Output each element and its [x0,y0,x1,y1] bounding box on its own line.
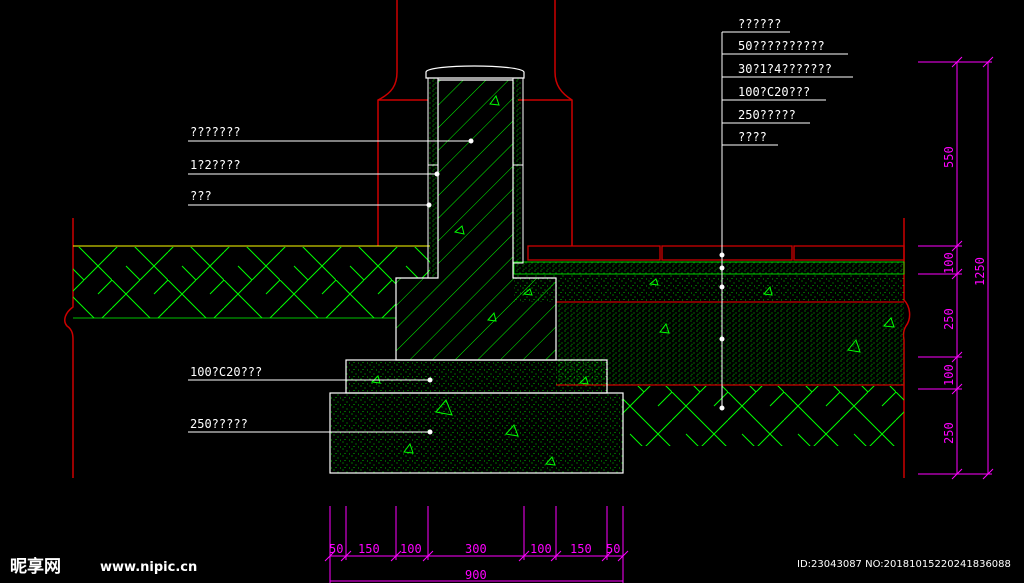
dim-h-300: 300 [465,542,487,556]
mortar-bed [513,261,905,275]
right-gravel-layer [556,303,904,385]
right-soil-hatch [623,386,904,446]
watermark-id: ID:23043087 NO:20181015220241836088 [797,559,1011,570]
label-post-finish: ??????? [190,125,241,139]
label-right-concrete: 100?C20??? [738,85,810,99]
dim-v-250-bottom: 250 [942,422,956,444]
left-soil-hatch [73,247,430,318]
dim-v-100-low: 100 [942,364,956,386]
vertical-dimension-values: 550 100 250 100 250 1250 [942,146,987,444]
label-render-mortar: 1?2???? [190,158,241,172]
watermark-logo: 昵享网 [10,556,61,577]
label-paving-title: ?????? [738,17,781,31]
label-coating: ??? [190,189,212,203]
foundation-pad-100 [345,359,608,394]
dim-h-150-right: 150 [570,542,592,556]
label-paving-brick: 50?????????? [738,39,825,53]
dim-v-250-mid: 250 [942,308,956,330]
dim-h-50-left: 50 [329,542,343,556]
label-pad-concrete: 100?C20??? [190,365,262,379]
watermark-url: www.nipic.cn [100,560,197,575]
dim-h-100-right: 100 [530,542,552,556]
paving-bricks [527,245,905,261]
dim-v-550: 550 [942,146,956,168]
horizontal-dimension-values: 50 150 100 300 100 150 50 900 [329,542,620,582]
concrete-post [395,79,557,361]
dim-h-50-right: 50 [606,542,620,556]
dim-h-150-left: 150 [358,542,380,556]
dim-v-100-top: 100 [942,252,956,274]
right-labels: ?????? 50?????????? 30?1?4??????? 100?C2… [738,17,832,144]
label-right-gravel: 250????? [738,108,796,122]
dim-v-total: 1250 [973,257,987,286]
detail-drawing: ??????? 1?2???? ??? 100?C20??? 250????? … [10,0,1011,583]
label-base-gravel: 250????? [190,417,248,431]
dim-h-total: 900 [465,568,487,582]
label-soil: ???? [738,130,767,144]
label-mortar-bed: 30?1?4??????? [738,62,832,76]
right-concrete-layer [514,275,904,302]
post-cap [425,65,525,79]
foundation-base-250 [329,392,624,474]
dim-h-100-left: 100 [400,542,422,556]
watermark: 昵享网 www.nipic.cn ID:23043087 NO:20181015… [10,556,1011,577]
